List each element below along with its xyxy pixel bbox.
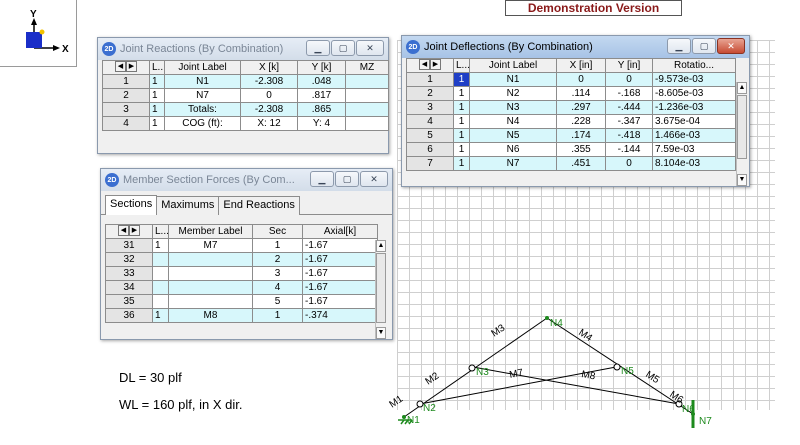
minimize-button[interactable]: ▁	[310, 171, 334, 187]
scroll-thumb[interactable]	[737, 95, 747, 159]
global-axis-indicator: Y X	[0, 0, 77, 67]
scroll-down-icon[interactable]: ▼	[737, 174, 747, 186]
tab-end-reactions[interactable]: End Reactions	[218, 196, 300, 215]
table-nav: ◀ ▶	[105, 224, 153, 239]
member-forces-table: ◀ ▶ L... Member Label Sec Axial[k] 31 1 M…	[105, 224, 378, 323]
column-header[interactable]: Joint Label	[164, 60, 241, 75]
member-section-forces-window[interactable]: 2D Member Section Forces (By Com... ▁ ▢ …	[100, 168, 393, 340]
column-header[interactable]: Axial[k]	[302, 224, 378, 239]
app-icon: 2D	[406, 40, 420, 54]
maximize-button[interactable]: ▢	[335, 171, 359, 187]
column-header[interactable]: L...	[453, 58, 470, 73]
window-title: Joint Deflections (By Combination)	[424, 41, 593, 53]
app-icon: 2D	[102, 42, 116, 56]
next-arrow-icon[interactable]: ▶	[129, 225, 140, 237]
demonstration-banner: Demonstration Version	[505, 0, 682, 16]
close-button[interactable]: ✕	[356, 40, 384, 56]
joint-deflections-window[interactable]: 2D Joint Deflections (By Combination) ▁ …	[401, 35, 750, 187]
column-header[interactable]: Member Label	[168, 224, 253, 239]
tab-sections[interactable]: Sections	[105, 195, 158, 215]
node-label-n7: N7	[699, 416, 712, 427]
minimize-button[interactable]: ▁	[306, 40, 330, 56]
axis-icon: Y X	[26, 9, 69, 55]
dead-load-text: DL = 30 plf	[119, 370, 182, 385]
table-row[interactable]: 3 1 N3 .297 -.444 -1.236e-03	[406, 100, 736, 115]
member-forces-titlebar[interactable]: 2D Member Section Forces (By Com... ▁ ▢ …	[101, 169, 392, 191]
table-row[interactable]: 7 1 N7 .451 0 8.104e-03	[406, 156, 736, 171]
scroll-thumb[interactable]	[376, 253, 386, 323]
maximize-button[interactable]: ▢	[331, 40, 355, 56]
table-row[interactable]: 1 1 N1 0 0 -9.573e-03	[406, 72, 736, 87]
wind-load-text: WL = 160 plf, in X dir.	[119, 397, 243, 412]
column-header[interactable]: L...	[149, 60, 165, 75]
minimize-button[interactable]: ▁	[667, 38, 691, 54]
vertical-scrollbar[interactable]: ▲ ▼	[375, 240, 386, 339]
prev-arrow-icon[interactable]: ◀	[419, 59, 430, 71]
joint-reactions-titlebar[interactable]: 2D Joint Reactions (By Combination) ▁ ▢ …	[98, 38, 388, 60]
app-icon: 2D	[105, 173, 119, 187]
table-row[interactable]: 2 1 N7 0 .817	[102, 88, 389, 103]
table-row[interactable]: 32 2 -1.67	[105, 252, 378, 267]
axis-x-label: X	[62, 44, 69, 55]
scroll-up-icon[interactable]: ▲	[376, 240, 386, 252]
tab-maximums[interactable]: Maximums	[156, 196, 220, 215]
window-title: Joint Reactions (By Combination)	[120, 43, 284, 55]
column-header[interactable]: L...	[152, 224, 169, 239]
table-row[interactable]: 33 3 -1.67	[105, 266, 378, 281]
table-row[interactable]: 31 1 M7 1 -1.67	[105, 238, 378, 253]
table-row[interactable]: 36 1 M8 1 -.374	[105, 308, 378, 323]
joint-reactions-window[interactable]: 2D Joint Reactions (By Combination) ▁ ▢ …	[97, 37, 389, 154]
table-row[interactable]: 6 1 N6 .355 -.144 7.59e-03	[406, 142, 736, 157]
window-title: Member Section Forces (By Com...	[123, 174, 295, 186]
close-button[interactable]: ✕	[717, 38, 745, 54]
next-arrow-icon[interactable]: ▶	[430, 59, 441, 71]
table-nav: ◀ ▶	[406, 58, 454, 73]
table-row[interactable]: 3 1 Totals: -2.308 .865	[102, 102, 389, 117]
table-row[interactable]: 4 1 N4 .228 -.347 3.675e-04	[406, 114, 736, 129]
table-row[interactable]: 34 4 -1.67	[105, 280, 378, 295]
table-row[interactable]: 4 1 COG (ft): X: 12 Y: 4	[102, 116, 389, 131]
scroll-down-icon[interactable]: ▼	[376, 327, 386, 339]
axis-y-label: Y	[30, 9, 37, 20]
scroll-up-icon[interactable]: ▲	[737, 82, 747, 94]
prev-arrow-icon[interactable]: ◀	[118, 225, 129, 237]
column-header[interactable]: Sec	[252, 224, 303, 239]
table-row[interactable]: 1 1 N1 -2.308 .048	[102, 74, 389, 89]
next-arrow-icon[interactable]: ▶	[126, 61, 137, 73]
joint-deflections-titlebar[interactable]: 2D Joint Deflections (By Combination) ▁ …	[402, 36, 749, 58]
table-row[interactable]: 5 1 N5 .174 -.418 1.466e-03	[406, 128, 736, 143]
maximize-button[interactable]: ▢	[692, 38, 716, 54]
close-button[interactable]: ✕	[360, 171, 388, 187]
table-row[interactable]: 2 1 N2 .114 -.168 -8.605e-03	[406, 86, 736, 101]
joint-reactions-table: ◀▶ L... Joint Label X [k] Y [k] MZ 1 1 N…	[102, 60, 389, 131]
prev-arrow-icon[interactable]: ◀	[115, 61, 126, 73]
joint-deflections-table: ◀ ▶ L... Joint Label X [in] Y [in] Rotati…	[406, 58, 736, 171]
column-header[interactable]: X [in]	[556, 58, 606, 73]
vertical-scrollbar[interactable]: ▲ ▼	[736, 82, 747, 186]
column-header[interactable]: Joint Label	[469, 58, 557, 73]
column-header[interactable]: Rotatio...	[652, 58, 736, 73]
column-header[interactable]: Y [in]	[605, 58, 653, 73]
column-header[interactable]: X [k]	[240, 60, 298, 75]
selected-cell[interactable]: 1	[453, 72, 470, 87]
table-nav: ◀ ▶	[102, 60, 150, 75]
column-header[interactable]: Y [k]	[297, 60, 346, 75]
table-row[interactable]: 35 5 -1.67	[105, 294, 378, 309]
node-label-n1: N1	[407, 415, 420, 426]
member-forces-tabs: Sections Maximums End Reactions	[101, 191, 392, 215]
column-header[interactable]: MZ	[345, 60, 389, 75]
